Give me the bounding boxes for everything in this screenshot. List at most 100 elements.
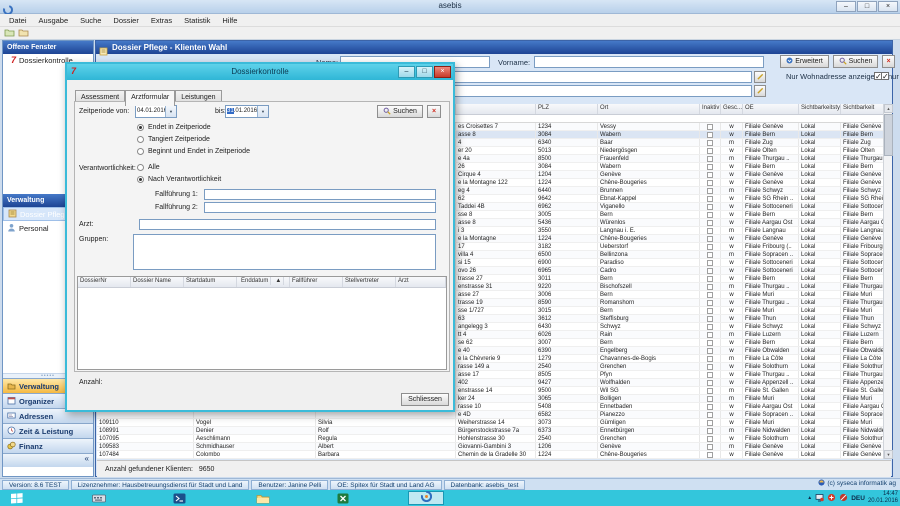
tab-arztformular[interactable]: Arztformular [125,90,175,106]
inaktiv-checkbox[interactable] [707,356,713,362]
col-header-geschlecht[interactable]: Gesc... [721,104,743,114]
suchen-button[interactable]: Suchen [833,55,878,68]
language-indicator[interactable]: DEU [851,495,865,502]
inaktiv-checkbox[interactable] [707,308,713,314]
table-row[interactable]: 107095 Aeschlimann Regula Hohlenstrasse … [97,435,891,443]
inaktiv-checkbox[interactable] [707,372,713,378]
dialog-minimize-button[interactable]: – [398,66,415,78]
inaktiv-checkbox[interactable] [707,292,713,298]
start-button[interactable] [6,492,28,504]
table-row[interactable]: e 4D 6582 Pianezzo w Filiale Sopracen ..… [97,411,891,419]
tray-expand-icon[interactable]: ▲ [807,495,812,501]
col-header[interactable] [456,104,536,114]
menu-item[interactable]: Hilfe [217,15,242,26]
inaktiv-checkbox[interactable] [707,324,713,330]
tray-display-icon[interactable] [815,489,824,506]
menu-item[interactable]: Dossier [108,15,143,26]
radio-tangiert[interactable]: Tangiert Zeitperiode [137,136,210,143]
inaktiv-checkbox[interactable] [707,148,713,154]
dialog-close-button[interactable]: × [434,66,451,78]
inaktiv-checkbox[interactable] [707,180,713,186]
inaktiv-checkbox[interactable] [707,428,713,434]
inaktiv-checkbox[interactable] [707,404,713,410]
col-header-sichtbarkeitstyp[interactable]: Sichtbarkeitstyp [799,104,841,114]
inaktiv-checkbox[interactable] [707,212,713,218]
inaktiv-checkbox[interactable] [707,228,713,234]
inaktiv-checkbox[interactable] [707,204,713,210]
inaktiv-checkbox[interactable] [707,220,713,226]
date-to-input[interactable]: 31.01.2016 ▼ [225,105,269,118]
nav-finanz[interactable]: Finanz [3,438,93,453]
menu-item[interactable]: Ausgabe [34,15,74,26]
inaktiv-checkbox[interactable] [707,252,713,258]
inaktiv-checkbox[interactable] [707,388,713,394]
asebis-taskbar-button[interactable] [408,491,444,505]
table-row[interactable]: 109583 Schmidhauser Albert Giovanni-Gamb… [97,443,891,451]
inaktiv-checkbox[interactable] [707,260,713,266]
col-header-ort[interactable]: Ort [598,104,700,114]
menu-item[interactable]: Suche [75,15,106,26]
powershell-icon[interactable] [168,492,190,504]
radio-alle[interactable]: Alle [137,164,160,171]
inaktiv-checkbox[interactable] [707,332,713,338]
col-startdatum[interactable]: Startdatum [184,277,237,287]
restore-button[interactable]: □ [857,1,877,12]
col-arzt[interactable]: Arzt [396,277,446,287]
inaktiv-checkbox[interactable] [707,340,713,346]
inaktiv-checkbox[interactable] [707,244,713,250]
inaktiv-checkbox[interactable] [707,284,713,290]
scroll-down-icon[interactable]: ▼ [884,450,893,459]
clock[interactable]: 14:47 20.01.2016 [868,491,898,505]
inaktiv-checkbox[interactable] [707,164,713,170]
scrollbar-thumb[interactable] [884,114,893,156]
edit-button-2[interactable] [754,85,766,97]
menu-item[interactable]: Statistik [179,15,215,26]
table-row[interactable]: 109110 Vogel Silvia Weiherstrasse 14 307… [97,419,891,427]
chevron-down-icon[interactable]: ▼ [257,106,268,117]
vertical-scrollbar[interactable]: ▲ ▼ [883,104,892,459]
inaktiv-checkbox[interactable] [707,140,713,146]
scroll-up-icon[interactable]: ▲ [884,104,893,113]
radio-endet[interactable]: Endet in Zeitperiode [137,124,211,131]
schliessen-button[interactable]: Schliessen [401,393,449,406]
inaktiv-checkbox[interactable] [707,172,713,178]
col-header-oe[interactable]: OE [743,104,799,114]
table-row[interactable]: 107484 Colombo Barbara Chemin de la Grad… [97,451,891,459]
inaktiv-checkbox[interactable] [707,276,713,282]
inaktiv-checkbox[interactable] [707,452,713,458]
inaktiv-checkbox[interactable] [707,396,713,402]
col-fallfuehrer[interactable]: Fallführer [290,277,343,287]
inaktiv-checkbox[interactable] [707,412,713,418]
table-row[interactable]: 108991 Denier Rolf Bürgenstockstrasse 7a… [97,427,891,435]
excel-icon[interactable] [332,492,354,504]
date-from-input[interactable]: 04.01.2016 ▼ [135,105,177,118]
dialog-maximize-button[interactable]: □ [416,66,433,78]
inaktiv-checkbox[interactable] [707,348,713,354]
inaktiv-checkbox[interactable] [707,316,713,322]
keyboard-icon[interactable] [88,492,110,504]
col-header-plz[interactable]: PLZ [536,104,598,114]
inaktiv-checkbox[interactable] [707,132,713,138]
menu-item[interactable]: Extras [146,15,177,26]
vorname-input[interactable] [534,56,764,68]
tray-sync-icon[interactable] [827,489,836,506]
inaktiv-checkbox[interactable] [707,380,713,386]
clear-search-button[interactable]: × [882,55,895,68]
edit-button-1[interactable] [754,71,766,83]
col-header-inaktiv[interactable]: Inaktiv [700,104,721,114]
minimize-button[interactable]: – [836,1,856,12]
inaktiv-checkbox[interactable] [707,268,713,274]
inaktiv-checkbox[interactable] [707,364,713,370]
explorer-folder-icon[interactable] [252,492,274,504]
radio-beginnt-endet[interactable]: Beginnt und Endet in Zeitperiode [137,148,250,155]
erweitert-button[interactable]: Erweitert [780,55,829,68]
gruppen-textarea[interactable] [133,234,436,270]
col-stellvertreter[interactable]: Stellvertreter [343,277,396,287]
arzt-input[interactable] [139,219,436,230]
dialog-clear-button[interactable]: × [427,105,441,118]
inaktiv-checkbox[interactable] [707,196,713,202]
inaktiv-checkbox[interactable] [707,300,713,306]
aktive-checkbox[interactable] [881,72,889,80]
dialog-suchen-button[interactable]: Suchen [377,105,423,118]
inaktiv-checkbox[interactable] [707,188,713,194]
